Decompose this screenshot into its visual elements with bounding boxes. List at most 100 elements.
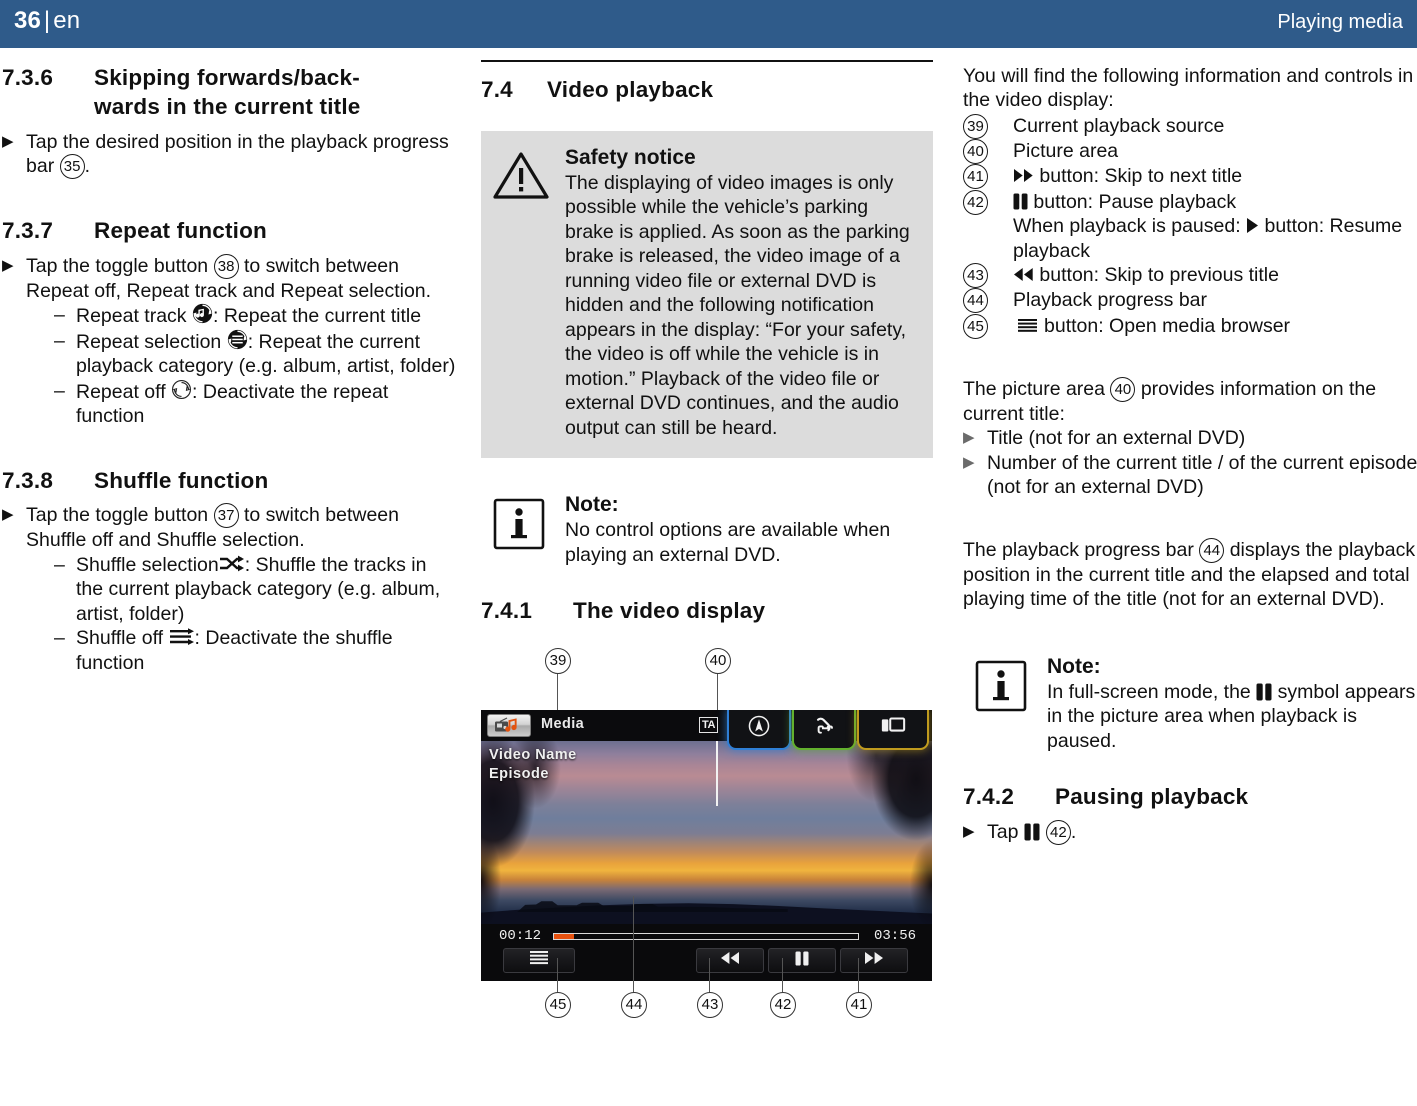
phone-icon bbox=[794, 715, 854, 737]
pause-button[interactable] bbox=[768, 948, 836, 974]
fast-forward-icon bbox=[864, 951, 884, 970]
callout-ref-40: 40 bbox=[963, 139, 988, 165]
step-7-3-6-text-b: . bbox=[84, 155, 91, 178]
callout-45: 45 bbox=[545, 992, 571, 1019]
page-number: 36 bbox=[14, 7, 41, 34]
callout-ref-42-inline: 42 bbox=[1045, 820, 1071, 846]
video-display-device: Video Name Episode Media TA 00:12 03:56 bbox=[481, 710, 932, 982]
leader-39 bbox=[557, 674, 559, 711]
progress-bar-paragraph: The playback progress bar 44 displays th… bbox=[963, 537, 1417, 612]
shuffle-off-item: – Shuffle off : Deactivate the shuffle f… bbox=[2, 626, 457, 675]
leader-44 bbox=[633, 896, 635, 993]
legend-43-text: button: Skip to previous title bbox=[1039, 264, 1279, 287]
repeat-track-label-a: Repeat track bbox=[76, 305, 192, 328]
legend-row-44: 44 Playback progress bar bbox=[963, 288, 1417, 314]
heading-7-3-6: 7.3.6 Skipping forwards/back- wards in t… bbox=[2, 64, 457, 122]
list-lines-icon bbox=[529, 950, 549, 971]
navigation-tab[interactable] bbox=[727, 710, 791, 751]
media-source-label: Media bbox=[541, 716, 585, 733]
note-title: Note: bbox=[1047, 654, 1101, 678]
callout-ref-42: 42 bbox=[963, 189, 988, 215]
heading-7-4-1-title: The video display bbox=[573, 598, 766, 624]
video-title-overlay: Video Name Episode bbox=[489, 746, 577, 785]
dash-marker: – bbox=[54, 379, 65, 402]
callout-ref-44-inline: 44 bbox=[1199, 537, 1225, 563]
heading-7-3-8-title: Shuffle function bbox=[94, 467, 269, 493]
heading-7-4-2-number: 7.4.2 bbox=[963, 784, 1015, 810]
page-number-block: 36 | en bbox=[14, 7, 80, 35]
safety-notice-text: The displaying of video images is only p… bbox=[565, 171, 910, 439]
media-source-icon[interactable] bbox=[487, 714, 531, 738]
playback-progress-bar[interactable] bbox=[553, 933, 859, 941]
step-arrow-icon: ▶ bbox=[963, 823, 975, 841]
step-7-3-8: ▶ Tap the toggle button 37 to switch bet… bbox=[2, 503, 457, 552]
dash-marker: – bbox=[54, 329, 65, 352]
heading-7-4-1-number: 7.4.1 bbox=[481, 598, 533, 624]
legend-42-text2-a: When playback is paused: bbox=[1013, 215, 1247, 238]
callout-ref-41: 41 bbox=[963, 164, 988, 190]
elapsed-time: 00:12 bbox=[499, 928, 542, 945]
legend-row-45: 45 button: Open media browser bbox=[963, 313, 1417, 339]
legend-40-text: Picture area bbox=[1013, 140, 1119, 163]
media-tab[interactable] bbox=[857, 710, 929, 751]
step-7-3-7-text-a: Tap the toggle button bbox=[26, 254, 214, 277]
list-lines-icon bbox=[1017, 318, 1038, 334]
heading-7-4-2: 7.4.2 Pausing playback bbox=[963, 783, 1417, 812]
media-browser-button[interactable] bbox=[503, 948, 575, 974]
heading-7-3-6-title-line1: Skipping forwards/back- bbox=[94, 65, 360, 90]
callout-ref-35: 35 bbox=[59, 154, 85, 180]
shuffle-on-icon bbox=[219, 554, 245, 574]
telephone-tab[interactable] bbox=[792, 710, 856, 751]
safety-notice-title: Safety notice bbox=[565, 145, 696, 169]
leader-40-inner bbox=[716, 734, 718, 807]
total-time: 03:56 bbox=[873, 928, 916, 945]
rewind-icon bbox=[720, 951, 740, 970]
repeat-selection-label-a: Repeat selection bbox=[76, 330, 227, 353]
legend-row-39: 39 Current playback source bbox=[963, 113, 1417, 139]
heading-7-3-7-number: 7.3.7 bbox=[2, 218, 54, 244]
video-display-intro: You will find the following information … bbox=[963, 65, 1414, 112]
skip-next-button[interactable] bbox=[840, 948, 908, 974]
dash-marker: – bbox=[54, 553, 65, 576]
repeat-off-item: – Repeat off : Deactivate the repeat fun… bbox=[2, 379, 457, 429]
step-arrow-icon: ▶ bbox=[2, 132, 14, 150]
pause-icon bbox=[795, 951, 809, 971]
video-title-line1: Video Name bbox=[489, 747, 577, 764]
left-column: 7.3.6 Skipping forwards/back- wards in t… bbox=[2, 48, 457, 675]
callout-ref-44: 44 bbox=[963, 288, 988, 314]
play-icon bbox=[1246, 217, 1259, 234]
picture-area-item-2: ▶ Number of the current title / of the c… bbox=[963, 451, 1417, 499]
ta-badge[interactable]: TA bbox=[699, 717, 718, 734]
callout-ref-43: 43 bbox=[963, 263, 988, 289]
dash-marker: – bbox=[54, 304, 65, 327]
step-arrow-icon: ▶ bbox=[963, 453, 975, 471]
skip-previous-button[interactable] bbox=[696, 948, 764, 974]
picture-area-paragraph: The picture area 40 provides information… bbox=[963, 376, 1417, 426]
heading-7-4-title: Video playback bbox=[547, 77, 714, 102]
step-7-3-6: ▶ Tap the desired position in the playba… bbox=[2, 130, 457, 180]
heading-7-3-7-title: Repeat function bbox=[94, 218, 268, 244]
repeat-selection-icon bbox=[227, 329, 248, 350]
callout-42: 42 bbox=[770, 992, 796, 1019]
compass-icon bbox=[729, 715, 789, 737]
safety-notice-box: Safety notice The displaying of video im… bbox=[481, 130, 933, 459]
info-icon bbox=[493, 492, 565, 567]
legend-44-text: Playback progress bar bbox=[1013, 289, 1208, 312]
step-7-4-2-text-b: . bbox=[1070, 821, 1077, 844]
rewind-icon bbox=[1013, 267, 1034, 282]
pause-icon bbox=[1024, 823, 1040, 841]
shuffle-off-label-a: Shuffle off bbox=[76, 627, 169, 650]
step-7-4-2-text-a: Tap bbox=[987, 821, 1024, 844]
note-box-dvd: Note: No control options are available w… bbox=[481, 488, 933, 567]
shuffle-selection-label-a: Shuffle selection bbox=[76, 553, 219, 576]
heading-7-4-number: 7.4 bbox=[481, 77, 513, 102]
warning-triangle-icon bbox=[493, 145, 565, 440]
callout-ref-45: 45 bbox=[963, 313, 988, 339]
repeat-track-item: – Repeat track : Repeat the current titl… bbox=[2, 303, 457, 328]
device-control-strip: 00:12 03:56 bbox=[481, 924, 932, 982]
callout-40: 40 bbox=[705, 648, 731, 675]
callout-43: 43 bbox=[697, 992, 723, 1019]
page-content: 7.3.6 Skipping forwards/back- wards in t… bbox=[0, 48, 1417, 1078]
middle-column: 7.4 Video playback Safety notice The dis… bbox=[481, 48, 933, 1019]
dash-marker: – bbox=[54, 627, 65, 650]
